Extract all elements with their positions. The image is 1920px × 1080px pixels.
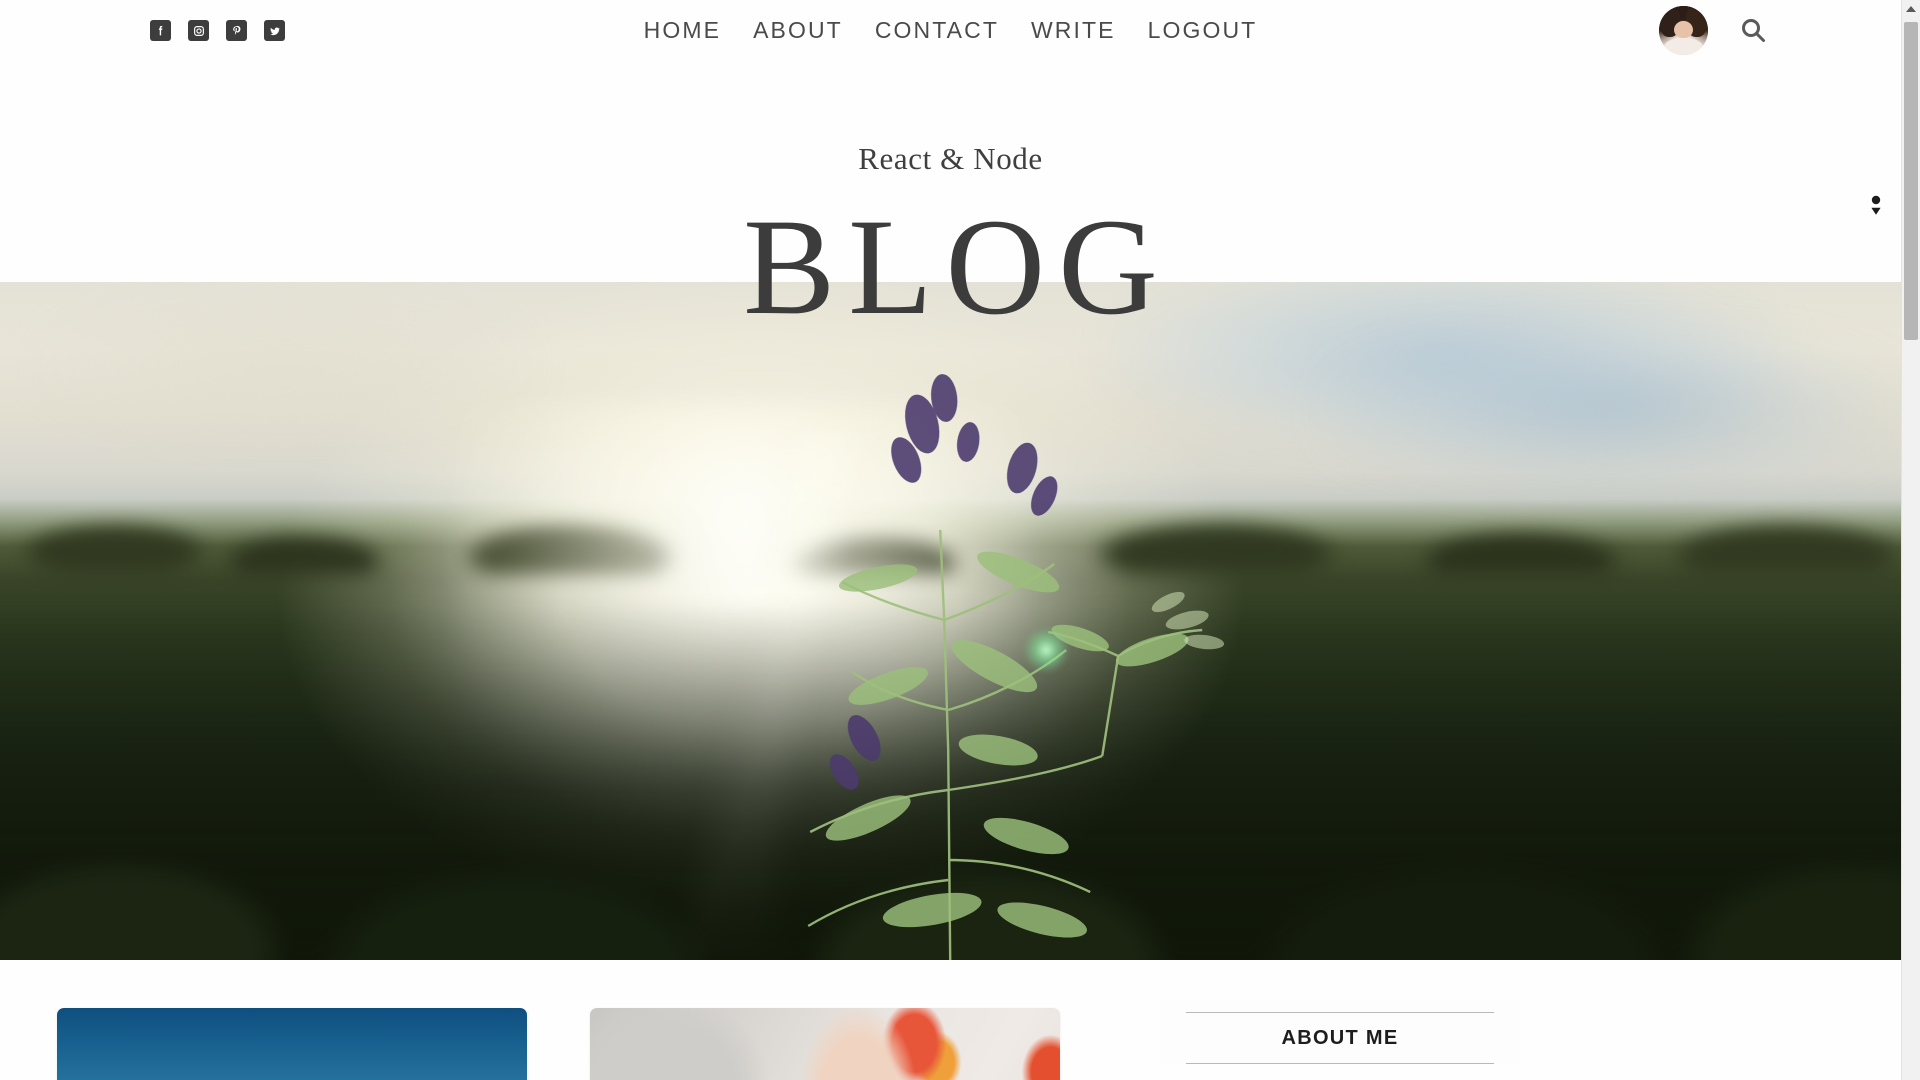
page-content: React & Node BLOG ABOUT ME HOME ABOUT CO… xyxy=(0,0,1901,1080)
avatar-face xyxy=(1674,20,1693,39)
hero-title-block: React & Node BLOG xyxy=(0,140,1901,352)
avatar[interactable] xyxy=(1659,6,1708,55)
scrollbar-thumb[interactable] xyxy=(1904,22,1918,340)
content-area: ABOUT ME xyxy=(0,960,1901,1080)
site-header: HOME ABOUT CONTACT WRITE LOGOUT xyxy=(0,0,1901,60)
nav-link-write[interactable]: WRITE xyxy=(1031,18,1116,42)
user-actions xyxy=(1659,6,1768,55)
hero-subtitle: React & Node xyxy=(858,141,1043,176)
post-thumbnail xyxy=(590,1008,1060,1080)
main-navigation: HOME ABOUT CONTACT WRITE LOGOUT xyxy=(0,0,1901,60)
about-me-title: ABOUT ME xyxy=(1281,1027,1399,1049)
hero-main-title: BLOG xyxy=(743,190,1171,344)
vertical-scrollbar[interactable] xyxy=(1901,0,1920,1080)
hero-banner-image xyxy=(0,282,1901,960)
hero-flower-plant xyxy=(682,320,1242,960)
avatar-body xyxy=(1663,38,1704,55)
browser-viewport: React & Node BLOG ABOUT ME HOME ABOUT CO… xyxy=(0,0,1920,1080)
divider-bottom xyxy=(1186,1063,1494,1064)
sidebar: ABOUT ME xyxy=(1160,1000,1520,1064)
nav-link-about[interactable]: ABOUT xyxy=(753,18,843,42)
about-me-widget: ABOUT ME xyxy=(1160,1000,1520,1064)
search-icon[interactable] xyxy=(1738,16,1768,46)
posts-grid xyxy=(57,1008,1060,1080)
nav-link-home[interactable]: HOME xyxy=(644,18,721,42)
scroll-up-triangle xyxy=(1906,6,1916,12)
hero-cloud-right-lower xyxy=(1330,336,1901,486)
hero-lens-flare xyxy=(1023,627,1070,674)
scroll-up-arrow-icon[interactable] xyxy=(1902,0,1920,18)
post-card[interactable] xyxy=(57,1008,527,1080)
post-card[interactable] xyxy=(590,1008,1060,1080)
post-thumbnail xyxy=(57,1008,527,1080)
nav-link-logout[interactable]: LOGOUT xyxy=(1148,18,1258,42)
nav-link-contact[interactable]: CONTACT xyxy=(875,18,999,42)
